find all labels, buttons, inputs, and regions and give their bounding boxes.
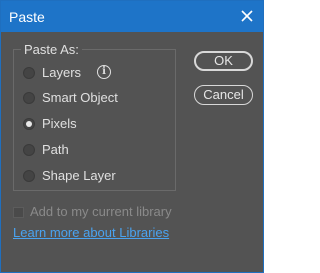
radio-label-path: Path (42, 142, 69, 157)
title-bar: Paste (1, 1, 263, 32)
radio-button[interactable] (23, 144, 35, 156)
dialog-title: Paste (9, 9, 45, 25)
add-to-library-checkbox (13, 207, 24, 218)
close-icon[interactable] (239, 8, 255, 24)
learn-more-link[interactable]: Learn more about Libraries (13, 225, 169, 240)
info-icon[interactable]: i (97, 65, 111, 79)
paste-dialog: Paste Paste As: Layers i Smart Object Pi… (0, 0, 264, 273)
radio-label-pixels: Pixels (42, 116, 77, 131)
radio-label-smart-object: Smart Object (42, 90, 118, 105)
radio-button[interactable] (23, 92, 35, 104)
paste-as-label: Paste As: (21, 42, 82, 57)
radio-button[interactable] (23, 170, 35, 182)
radio-label-shape-layer: Shape Layer (42, 168, 116, 183)
radio-button[interactable] (23, 67, 35, 79)
add-to-library-label: Add to my current library (30, 204, 172, 219)
cancel-button[interactable]: Cancel (194, 85, 253, 105)
radio-label-layers: Layers (42, 65, 82, 80)
ok-button[interactable]: OK (194, 51, 253, 71)
radio-button-selected[interactable] (23, 118, 35, 130)
